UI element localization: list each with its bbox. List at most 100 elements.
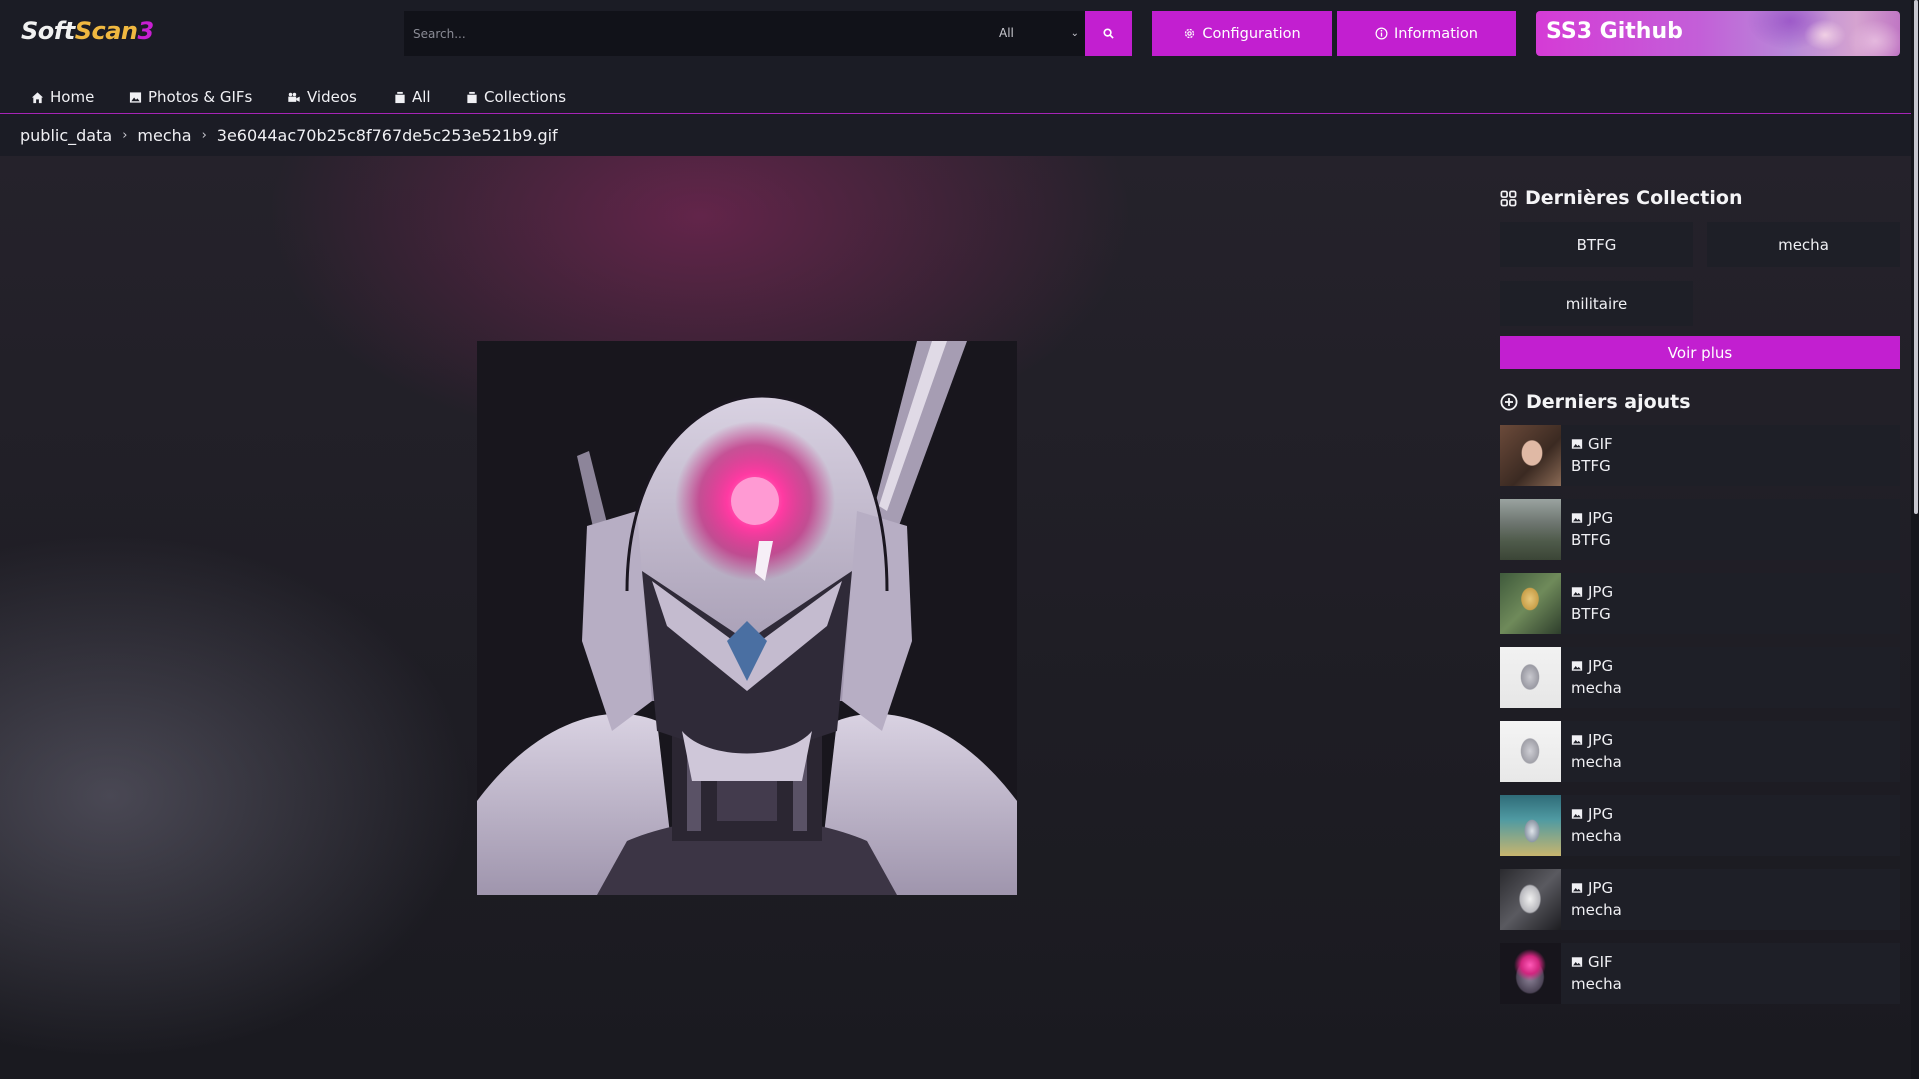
app-logo[interactable]: SoftScan3 [21, 17, 154, 45]
mecha-gif-image [477, 341, 1017, 895]
item-type-label: GIF [1588, 953, 1613, 971]
information-button[interactable]: Information [1337, 11, 1516, 56]
image-icon [1571, 957, 1583, 967]
nav-item-label: Collections [484, 88, 567, 106]
gear-icon [1185, 28, 1195, 39]
breadcrumb-item[interactable]: mecha [137, 126, 191, 145]
collection-tile[interactable]: militaire [1500, 281, 1693, 326]
information-label: Information [1394, 25, 1478, 42]
item-type: JPG [1571, 509, 1613, 527]
thumbnail [1500, 647, 1561, 708]
image-icon [1571, 587, 1583, 597]
recent-heading: Derniers ajouts [1500, 391, 1691, 413]
thumbnail [1500, 499, 1561, 560]
image-icon [129, 91, 142, 103]
recent-item[interactable]: GIF mecha [1500, 943, 1900, 1004]
github-banner-label: SS3 Github [1546, 19, 1683, 44]
thumbnail [1500, 943, 1561, 1004]
search-input[interactable] [404, 11, 989, 56]
home-icon [31, 91, 44, 103]
image-icon [1571, 513, 1583, 523]
image-icon [1571, 439, 1583, 449]
info-icon [1375, 27, 1388, 40]
item-type: JPG [1571, 657, 1613, 675]
collection-name: BTFG [1576, 235, 1617, 254]
thumbnail [1500, 573, 1561, 634]
thumbnail [1500, 721, 1561, 782]
item-type-label: JPG [1588, 657, 1614, 675]
image-icon [1571, 883, 1583, 893]
folder-icon [467, 91, 477, 103]
item-type: JPG [1571, 805, 1613, 823]
top-bar: SoftScan3 All ⌄ Configuration Informatio… [0, 0, 1919, 68]
voir-plus-button[interactable]: Voir plus [1500, 336, 1900, 369]
search-icon [1103, 28, 1114, 39]
collections-heading: Dernières Collection [1500, 187, 1742, 209]
item-type: GIF [1571, 435, 1613, 453]
chevron-right-icon: › [201, 128, 207, 143]
main-nav: Home Photos & GIFs Videos All Collection… [0, 68, 1919, 114]
media-preview[interactable] [477, 341, 1017, 895]
collection-name: militaire [1565, 294, 1628, 313]
search-button[interactable] [1085, 11, 1132, 56]
nav-item-all[interactable]: All [394, 88, 431, 106]
chevron-down-icon: ⌄ [1070, 28, 1079, 39]
item-collection: BTFG [1571, 531, 1611, 549]
recent-item[interactable]: JPG BTFG [1500, 573, 1900, 634]
nav-item-home[interactable]: Home [31, 88, 94, 106]
nav-item-collections[interactable]: Collections [466, 88, 566, 106]
image-icon [1571, 735, 1583, 745]
github-banner-link[interactable]: SS3 Github [1536, 11, 1900, 56]
item-type: GIF [1571, 953, 1613, 971]
thumbnail [1500, 425, 1561, 486]
image-icon [1571, 809, 1583, 819]
nav-item-videos[interactable]: Videos [287, 88, 357, 106]
item-type-label: JPG [1588, 583, 1614, 601]
item-type-label: JPG [1588, 509, 1614, 527]
breadcrumb-current: 3e6044ac70b25c8f767de5c253e521b9.gif [216, 126, 558, 145]
nav-item-label: Videos [307, 88, 357, 106]
collection-tile[interactable]: mecha [1707, 222, 1900, 267]
item-type-label: JPG [1588, 879, 1614, 897]
search-filter-value: All [999, 26, 1014, 40]
recent-title: Derniers ajouts [1526, 391, 1691, 413]
item-collection: mecha [1571, 827, 1622, 845]
folder-icon [395, 91, 405, 103]
item-type: JPG [1571, 879, 1613, 897]
nav-item-label: Home [50, 88, 95, 106]
search-filter-select[interactable]: All ⌄ [989, 11, 1085, 56]
scrollbar-thumb[interactable] [1914, 0, 1918, 514]
item-type: JPG [1571, 731, 1613, 749]
item-type: JPG [1571, 583, 1613, 601]
item-collection: mecha [1571, 679, 1622, 697]
nav-item-photos[interactable]: Photos & GIFs [129, 88, 252, 106]
item-collection: mecha [1571, 753, 1622, 771]
grid-icon [1500, 190, 1517, 206]
recent-item[interactable]: JPG mecha [1500, 795, 1900, 856]
recent-item[interactable]: JPG mecha [1500, 869, 1900, 930]
collection-name: mecha [1778, 235, 1829, 254]
image-icon [1571, 661, 1583, 671]
item-type-label: JPG [1588, 731, 1614, 749]
item-collection: BTFG [1571, 605, 1611, 623]
banner-artwork [1710, 11, 1900, 56]
item-type-label: GIF [1588, 435, 1613, 453]
recent-item[interactable]: JPG mecha [1500, 721, 1900, 782]
thumbnail [1500, 869, 1561, 930]
collections-title: Dernières Collection [1525, 187, 1743, 209]
voir-plus-label: Voir plus [1667, 343, 1733, 362]
nav-item-label: Photos & GIFs [148, 88, 253, 106]
recent-item[interactable]: JPG BTFG [1500, 499, 1900, 560]
item-type-label: JPG [1588, 805, 1614, 823]
plus-circle-icon [1500, 393, 1518, 411]
search-bar: All ⌄ [404, 11, 1132, 56]
breadcrumb: public_data › mecha › 3e6044ac70b25c8f76… [0, 115, 1919, 156]
recent-item[interactable]: GIF BTFG [1500, 425, 1900, 486]
collection-tile[interactable]: BTFG [1500, 222, 1693, 267]
recent-item[interactable]: JPG mecha [1500, 647, 1900, 708]
chevron-right-icon: › [122, 128, 128, 143]
breadcrumb-item[interactable]: public_data [20, 126, 112, 145]
item-collection: mecha [1571, 901, 1622, 919]
configuration-button[interactable]: Configuration [1152, 11, 1332, 56]
item-collection: BTFG [1571, 457, 1611, 475]
